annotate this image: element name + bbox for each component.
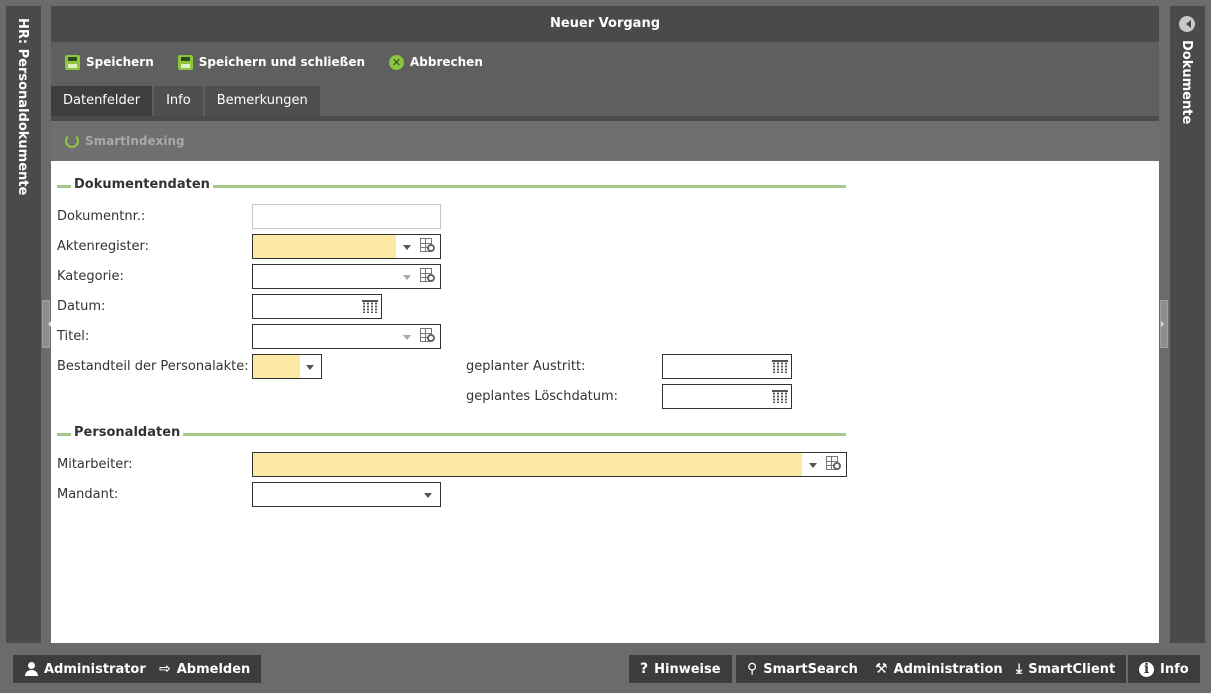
aktenregister-field[interactable] [252, 234, 441, 259]
loeschdatum-field[interactable] [662, 384, 792, 409]
calendar-icon[interactable] [362, 300, 378, 313]
administrator-button[interactable]: Administrator [13, 655, 157, 683]
kategorie-field[interactable] [252, 264, 441, 289]
download-icon: ⤓ [1016, 661, 1023, 677]
info-button[interactable]: i Info [1128, 655, 1200, 683]
lookup-icon[interactable] [420, 268, 437, 285]
window-title: Neuer Vorgang [51, 6, 1159, 42]
bottom-bar: Administrator ⇨ Abmelden ? Hinweise ⚲ Sm… [0, 643, 1211, 693]
main-window: Neuer Vorgang Speichern Speichern und sc… [51, 6, 1159, 643]
austritt-label: geplanter Austritt: [466, 359, 586, 374]
user-icon [24, 662, 38, 676]
section-personaldaten: Personaldaten [57, 425, 846, 443]
save-button[interactable]: Speichern [65, 54, 154, 70]
datum-label: Datum: [57, 299, 106, 314]
refresh-icon [65, 134, 79, 148]
smartsearch-button[interactable]: ⚲ SmartSearch [736, 655, 869, 683]
left-panel-collapse-handle[interactable] [42, 300, 51, 348]
required-fill [253, 235, 396, 258]
logout-button[interactable]: ⇨ Abmelden [148, 655, 262, 683]
save-and-close-label: Speichern und schließen [198, 55, 365, 69]
lookup-icon[interactable] [420, 238, 437, 255]
kategorie-label: Kategorie: [57, 269, 124, 284]
tab-datenfelder[interactable]: Datenfelder [51, 86, 153, 116]
right-panel-collapse-handle[interactable] [1160, 300, 1168, 348]
logout-label: Abmelden [176, 661, 251, 677]
tab-info[interactable]: Info [154, 86, 203, 116]
bestandteil-field[interactable] [252, 354, 322, 379]
hinweise-label: Hinweise [654, 661, 721, 677]
logout-icon: ⇨ [159, 661, 171, 677]
bestandteil-label: Bestandteil der Personalakte: [57, 359, 249, 374]
chevron-down-icon[interactable] [403, 275, 411, 280]
tools-icon: ⚒ [875, 661, 888, 677]
smartsearch-label: SmartSearch [763, 661, 858, 677]
expand-left-icon[interactable] [1179, 16, 1195, 32]
form-area: Dokumentendaten Dokumentnr.: Aktenregist… [51, 161, 1159, 649]
save-and-close-button[interactable]: Speichern und schließen [177, 54, 365, 70]
right-panel-title: Dokumente [1179, 40, 1194, 125]
mandant-field[interactable] [252, 482, 441, 507]
administrator-label: Administrator [44, 661, 146, 677]
smartindexing-bar: SmartIndexing [51, 121, 1159, 161]
titel-field[interactable] [252, 324, 441, 349]
dokumentnr-label: Dokumentnr.: [57, 209, 146, 224]
smartindexing-label: SmartIndexing [85, 134, 185, 148]
lookup-icon[interactable] [826, 456, 843, 473]
toolbar: Speichern Speichern und schließen ✕ Abbr… [51, 42, 1159, 82]
administration-button[interactable]: ⚒ Administration [864, 655, 1014, 683]
mandant-label: Mandant: [57, 487, 119, 502]
save-button-label: Speichern [86, 55, 154, 69]
aktenregister-label: Aktenregister: [57, 239, 150, 254]
left-side-panel[interactable]: HR: Personaldokumente [6, 6, 41, 643]
section-title: Dokumentendaten [71, 177, 213, 192]
mitarbeiter-field[interactable] [252, 452, 847, 477]
save-close-icon [177, 54, 193, 70]
hinweise-button[interactable]: ? Hinweise [629, 655, 732, 683]
required-fill [253, 453, 802, 476]
right-side-panel[interactable]: Dokumente [1170, 6, 1205, 643]
tab-bar: Datenfelder Info Bemerkungen [51, 82, 1159, 121]
info-label: Info [1160, 661, 1189, 677]
chevron-down-icon[interactable] [809, 463, 817, 468]
chevron-down-icon[interactable] [306, 365, 314, 370]
smartclient-label: SmartClient [1028, 661, 1116, 677]
chevron-down-icon[interactable] [424, 493, 432, 498]
chevron-down-icon[interactable] [403, 335, 411, 340]
section-dokumentendaten: Dokumentendaten [57, 177, 846, 195]
info-icon: i [1139, 661, 1154, 677]
question-icon: ? [640, 661, 649, 677]
loeschdatum-label: geplantes Löschdatum: [466, 389, 619, 404]
dokumentnr-field[interactable] [252, 204, 441, 229]
chevron-down-icon[interactable] [403, 245, 411, 250]
tab-bemerkungen[interactable]: Bemerkungen [204, 86, 320, 116]
cancel-button[interactable]: ✕ Abbrechen [389, 54, 483, 70]
cancel-icon: ✕ [389, 54, 404, 70]
section-title: Personaldaten [71, 425, 184, 440]
administration-label: Administration [893, 661, 1003, 677]
search-icon: ⚲ [747, 661, 758, 677]
save-icon [65, 54, 80, 70]
left-panel-title: HR: Personaldokumente [15, 18, 30, 196]
calendar-icon[interactable] [772, 360, 788, 373]
mitarbeiter-label: Mitarbeiter: [57, 457, 133, 472]
smartindexing-button[interactable]: SmartIndexing [65, 134, 185, 148]
required-fill [253, 355, 300, 378]
calendar-icon[interactable] [772, 390, 788, 403]
austritt-field[interactable] [662, 354, 792, 379]
datum-field[interactable] [252, 294, 382, 319]
smartclient-button[interactable]: ⤓ SmartClient [1005, 655, 1127, 683]
cancel-button-label: Abbrechen [410, 55, 483, 69]
lookup-icon[interactable] [420, 328, 437, 345]
titel-label: Titel: [57, 329, 90, 344]
